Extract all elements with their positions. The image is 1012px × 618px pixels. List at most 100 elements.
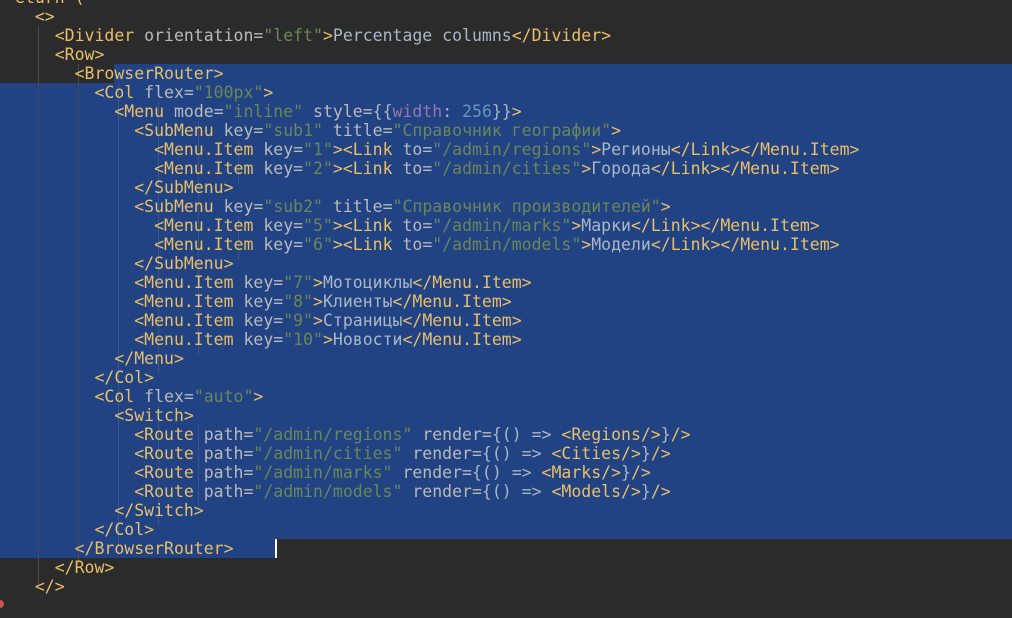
code-line[interactable]: <Col flex="auto"> <box>15 387 1012 406</box>
code-line[interactable]: <Menu mode="inline" style={{width: 256}}… <box>15 102 1012 121</box>
code-token: } <box>640 482 651 501</box>
code-editor[interactable]: eturn ( <> <Divider orientation="left">P… <box>0 0 1012 618</box>
code-token: key= <box>223 121 264 140</box>
code-token: title= <box>332 121 393 140</box>
code-token: "/admin/cities" <box>432 159 582 178</box>
code-token: </Col> <box>15 368 155 387</box>
code-token: flex= <box>144 387 194 406</box>
code-token: } <box>640 444 651 463</box>
code-line[interactable]: </Menu> <box>15 349 1012 368</box>
code-token: Регионы <box>601 140 671 159</box>
code-token: <Menu.Item <box>15 273 244 292</box>
code-token: ><Link <box>332 159 403 178</box>
code-token: /> <box>670 425 691 444</box>
code-line[interactable]: </Col> <box>15 368 1012 387</box>
code-token: Новости <box>332 330 403 349</box>
code-token: <Divider <box>15 26 145 45</box>
code-line[interactable]: <Menu.Item key="9">Страницы</Menu.Item> <box>15 311 1012 330</box>
code-token: title= <box>332 197 393 216</box>
code-line[interactable]: <Route path="/admin/regions" render={() … <box>15 425 1012 444</box>
code-line[interactable]: <Row> <box>15 45 1012 64</box>
code-token: path= <box>203 444 254 463</box>
code-token: {() => <box>481 444 552 463</box>
code-token: </Switch> <box>15 501 204 520</box>
code-token: <Row> <box>15 45 105 64</box>
code-token: key= <box>243 311 284 330</box>
code-line[interactable]: <Menu.Item key="10">Новости</Menu.Item> <box>15 330 1012 349</box>
code-token: /> <box>630 463 651 482</box>
code-line[interactable]: <Col flex="100px"> <box>15 83 1012 102</box>
code-line[interactable]: </SubMenu> <box>15 254 1012 273</box>
code-token: key= <box>263 216 304 235</box>
code-token: "10" <box>283 330 323 349</box>
code-token: to= <box>402 159 433 178</box>
code-token: <Menu.Item <box>15 292 244 311</box>
code-token: </Menu.Item> <box>392 292 512 311</box>
code-token: key= <box>263 235 304 254</box>
code-line[interactable]: <SubMenu key="sub1" title="Справочник ге… <box>15 121 1012 140</box>
code-line[interactable]: <Menu.Item key="6"><Link to="/admin/mode… <box>15 235 1012 254</box>
code-token: render= <box>422 425 492 444</box>
code-line[interactable]: <Menu.Item key="1"><Link to="/admin/regi… <box>15 140 1012 159</box>
code-token: ><Link <box>332 235 403 254</box>
code-token: > <box>611 121 622 140</box>
code-token: </Row> <box>15 558 115 577</box>
code-line[interactable]: </SubMenu> <box>15 178 1012 197</box>
code-line[interactable]: <BrowserRouter> <box>15 64 1012 83</box>
code-token: <Cities/> <box>551 444 641 463</box>
code-token: Города <box>591 159 651 178</box>
code-token: width <box>392 102 443 121</box>
code-token: key= <box>223 197 264 216</box>
code-token: <Regions/> <box>561 425 661 444</box>
code-token: > <box>313 273 323 292</box>
code-line[interactable]: <Menu.Item key="7">Мотоциклы</Menu.Item> <box>15 273 1012 292</box>
code-token: </Col> <box>15 520 155 539</box>
code-token: path= <box>203 425 254 444</box>
code-line[interactable]: <Switch> <box>15 406 1012 425</box>
code-token: "/admin/regions" <box>253 425 413 444</box>
code-token: </Divider> <box>511 26 612 45</box>
code-token: > <box>313 311 323 330</box>
code-token: <> <box>15 7 55 26</box>
code-token: eturn ( <box>15 0 85 7</box>
code-token: <Route <box>15 444 204 463</box>
code-token: } <box>660 425 671 444</box>
code-line[interactable]: </> <box>15 577 1012 596</box>
code-line[interactable]: <Route path="/admin/marks" render={() =>… <box>15 463 1012 482</box>
code-token: </SubMenu> <box>15 178 234 197</box>
code-line[interactable]: <Route path="/admin/models" render={() =… <box>15 482 1012 501</box>
code-token: ><Link <box>332 140 403 159</box>
code-line[interactable]: <Route path="/admin/cities" render={() =… <box>15 444 1012 463</box>
code-token: render= <box>412 444 482 463</box>
code-token: style= <box>313 102 373 121</box>
code-line[interactable]: </Col> <box>15 520 1012 539</box>
code-token: path= <box>203 482 254 501</box>
code-token: render= <box>402 463 472 482</box>
code-token: </Link></Menu.Item> <box>650 235 840 254</box>
code-token: : <box>442 102 463 121</box>
code-token: <Route <box>15 482 204 501</box>
code-token: Модели <box>591 235 651 254</box>
code-line[interactable]: <SubMenu key="sub2" title="Справочник пр… <box>15 197 1012 216</box>
code-line[interactable]: <Menu.Item key="2"><Link to="/admin/citi… <box>15 159 1012 178</box>
code-line[interactable]: <> <box>15 7 1012 26</box>
code-token: </Link></Menu.Item> <box>670 140 860 159</box>
code-line[interactable]: <Divider orientation="left">Percentage c… <box>15 26 1012 45</box>
code-line[interactable]: eturn ( <box>15 0 1012 7</box>
code-line[interactable]: </Switch> <box>15 501 1012 520</box>
code-line[interactable]: </BrowserRouter> <box>15 539 1012 558</box>
code-token: "sub2" <box>263 197 323 216</box>
code-line[interactable]: <Menu.Item key="5"><Link to="/admin/mark… <box>15 216 1012 235</box>
code-token: > <box>591 140 602 159</box>
code-token: <Menu.Item <box>15 159 264 178</box>
code-line[interactable]: <Menu.Item key="8">Клиенты</Menu.Item> <box>15 292 1012 311</box>
code-token: "/admin/models" <box>253 482 403 501</box>
code-token: "1" <box>303 140 333 159</box>
code-line[interactable]: </Row> <box>15 558 1012 577</box>
breakpoint-marker-icon[interactable] <box>0 600 4 608</box>
code-token: > <box>571 216 582 235</box>
